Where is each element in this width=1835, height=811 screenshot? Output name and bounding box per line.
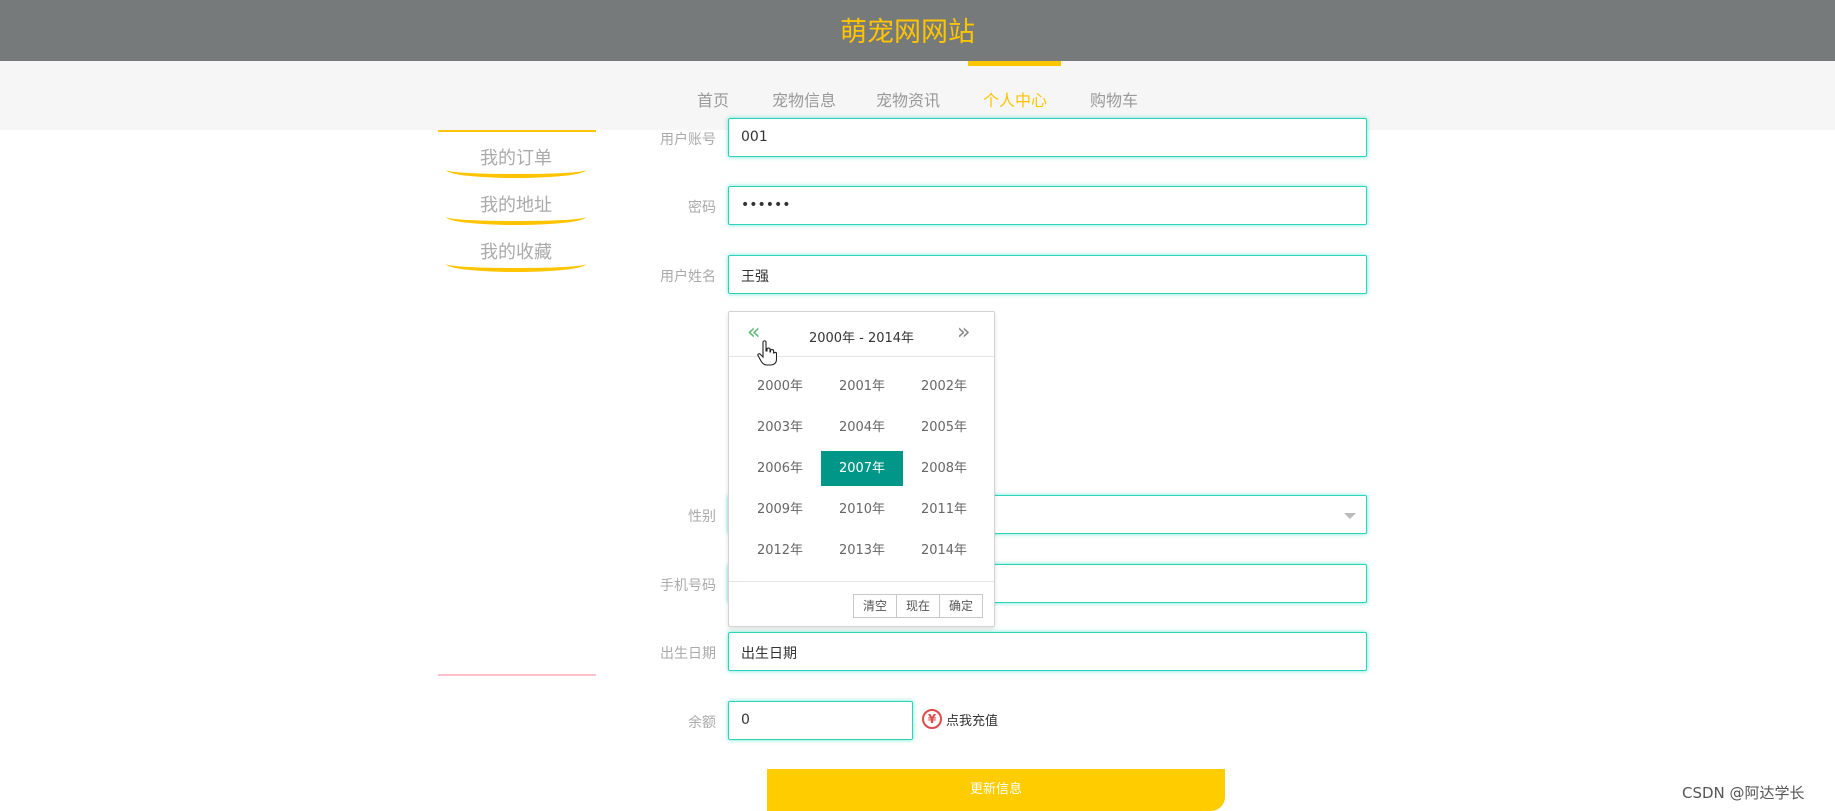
year-cell[interactable]: 2005年 [903, 410, 985, 445]
recharge-label: 点我充值 [946, 713, 999, 729]
birthday-label: 出生日期 [660, 646, 716, 662]
password-field[interactable]: •••••• [728, 186, 1367, 225]
year-cell[interactable]: 2014年 [903, 533, 985, 568]
year-cell[interactable]: 2006年 [739, 451, 821, 486]
year-cell[interactable]: 2000年 [739, 369, 821, 404]
year-cell[interactable]: 2009年 [739, 492, 821, 527]
balance-label: 余额 [688, 715, 716, 731]
hand-cursor-icon [757, 340, 777, 366]
yen-icon: ¥ [922, 709, 942, 729]
nav-item-personal-center[interactable]: 个人中心 [983, 87, 1047, 111]
name-label: 用户姓名 [660, 269, 716, 285]
update-info-button[interactable]: 更新信息 [767, 769, 1225, 811]
sidebar-bottom-divider [438, 674, 596, 676]
year-cell[interactable]: 2010年 [821, 492, 903, 527]
password-label: 密码 [688, 200, 716, 216]
nav-item-cart[interactable]: 购物车 [1090, 87, 1138, 111]
year-cell[interactable]: 2008年 [903, 451, 985, 486]
account-field[interactable]: 001 [728, 118, 1367, 157]
year-cell[interactable]: 2012年 [739, 533, 821, 568]
nav-item-pet-news[interactable]: 宠物资讯 [876, 87, 940, 111]
now-button[interactable]: 现在 [896, 594, 940, 618]
clear-button[interactable]: 清空 [853, 594, 897, 618]
phone-label: 手机号码 [660, 578, 716, 594]
name-field[interactable]: 王强 [728, 255, 1367, 294]
balance-field[interactable]: 0 [728, 701, 913, 740]
gender-label: 性别 [688, 509, 716, 525]
year-cell[interactable]: 2013年 [821, 533, 903, 568]
year-cell[interactable]: 2003年 [739, 410, 821, 445]
year-picker-footer: 清空 现在 确定 [729, 581, 994, 627]
page: 萌宠网网站 首页 宠物信息 宠物资讯 个人中心 购物车 我的订单 我的地址 我的… [0, 0, 1835, 811]
account-label: 用户账号 [660, 132, 716, 148]
site-title: 萌宠网网站 [840, 17, 975, 48]
nav-active-indicator [968, 61, 1061, 66]
recharge-link[interactable]: ¥ 点我充值 [922, 709, 998, 729]
top-bar: 萌宠网网站 [0, 0, 1835, 61]
confirm-button[interactable]: 确定 [939, 594, 983, 618]
sidebar-item-favorites[interactable]: 我的收藏 [446, 226, 586, 272]
nav-item-home[interactable]: 首页 [697, 87, 729, 111]
double-chevron-right-icon[interactable]: » [957, 322, 970, 344]
sidebar-item-orders[interactable]: 我的订单 [446, 132, 586, 178]
year-cell-selected[interactable]: 2007年 [821, 451, 903, 486]
nav-item-pet-info[interactable]: 宠物信息 [772, 87, 836, 111]
year-cell[interactable]: 2011年 [903, 492, 985, 527]
year-cell[interactable]: 2004年 [821, 410, 903, 445]
year-cell[interactable]: 2002年 [903, 369, 985, 404]
sidebar-item-addresses[interactable]: 我的地址 [446, 179, 586, 225]
watermark: CSDN @阿达学长 [1682, 784, 1805, 802]
chevron-down-icon [1344, 513, 1356, 519]
birthday-field[interactable]: 出生日期 [728, 632, 1367, 671]
year-cell[interactable]: 2001年 [821, 369, 903, 404]
